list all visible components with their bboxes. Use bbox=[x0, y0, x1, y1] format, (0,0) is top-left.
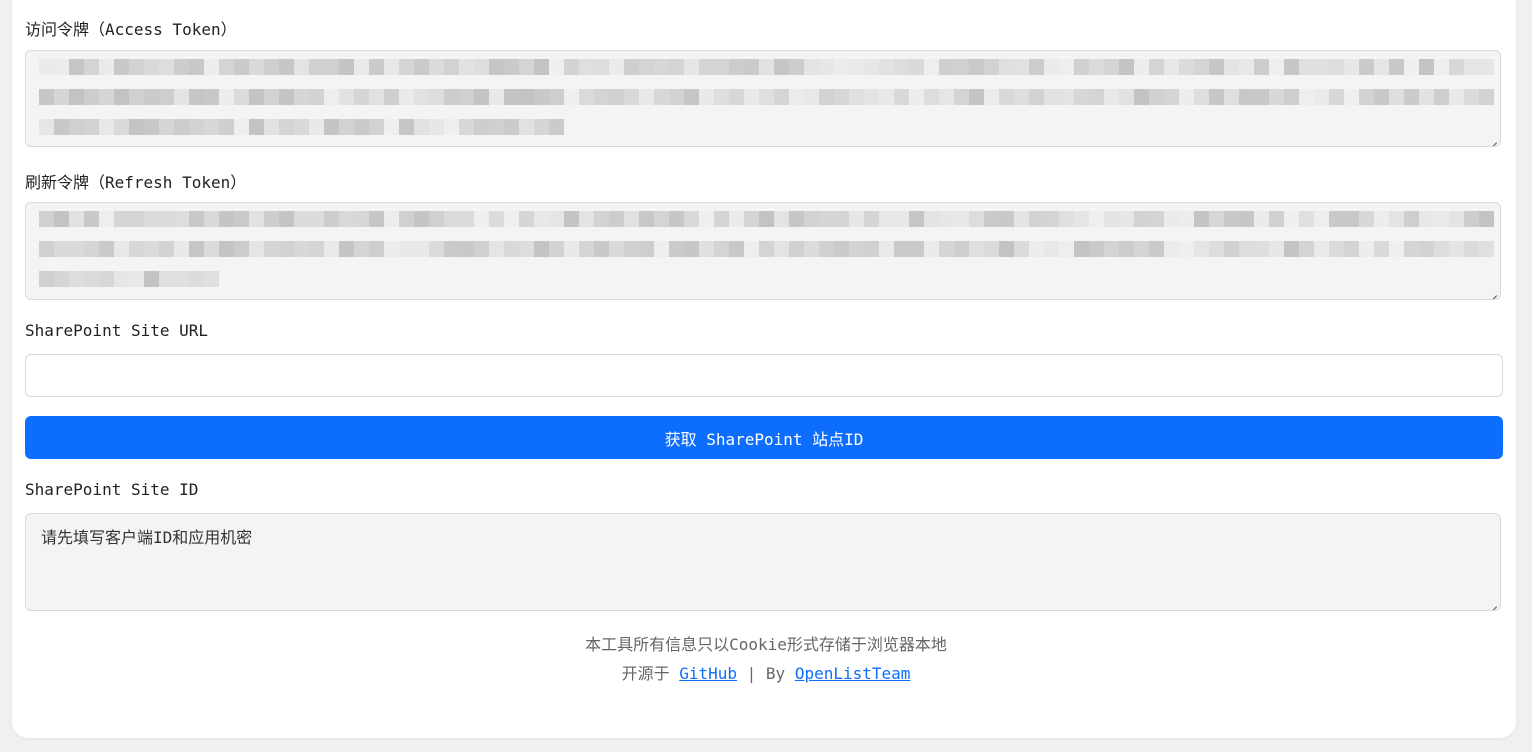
redacted-row bbox=[39, 89, 1494, 105]
refresh-token-textarea[interactable] bbox=[25, 202, 1501, 300]
open-source-prefix: 开源于 bbox=[621, 664, 670, 683]
access-token-redacted-value bbox=[39, 59, 1494, 138]
resize-handle-icon[interactable] bbox=[1489, 135, 1497, 143]
access-token-textarea[interactable] bbox=[25, 50, 1501, 147]
resize-handle-icon[interactable] bbox=[1489, 599, 1497, 607]
redacted-row bbox=[39, 59, 1494, 75]
site-id-label: SharePoint Site ID bbox=[25, 480, 199, 499]
footer-separator: | By bbox=[746, 664, 786, 683]
site-url-input[interactable] bbox=[25, 354, 1503, 397]
refresh-token-redacted-value bbox=[39, 211, 1494, 291]
access-token-label: 访问令牌（Access Token） bbox=[25, 20, 237, 39]
openlistteam-link[interactable]: OpenListTeam bbox=[795, 664, 911, 683]
refresh-token-label: 刷新令牌（Refresh Token） bbox=[25, 173, 247, 192]
redacted-row bbox=[39, 271, 219, 287]
storage-notice: 本工具所有信息只以Cookie形式存储于浏览器本地 bbox=[585, 635, 947, 654]
fetch-site-id-button[interactable]: 获取 SharePoint 站点ID bbox=[25, 416, 1503, 459]
resize-handle-icon[interactable] bbox=[1489, 288, 1497, 296]
redacted-row bbox=[39, 119, 564, 135]
redacted-row bbox=[39, 211, 1494, 227]
footer-credits: 开源于 GitHub | By OpenListTeam bbox=[0, 660, 1532, 684]
site-id-textarea[interactable]: 请先填写客户端ID和应用机密 bbox=[25, 513, 1501, 611]
site-id-value: 请先填写客户端ID和应用机密 bbox=[41, 528, 253, 547]
github-link[interactable]: GitHub bbox=[679, 664, 737, 683]
site-url-label: SharePoint Site URL bbox=[25, 321, 209, 340]
redacted-row bbox=[39, 241, 1494, 257]
